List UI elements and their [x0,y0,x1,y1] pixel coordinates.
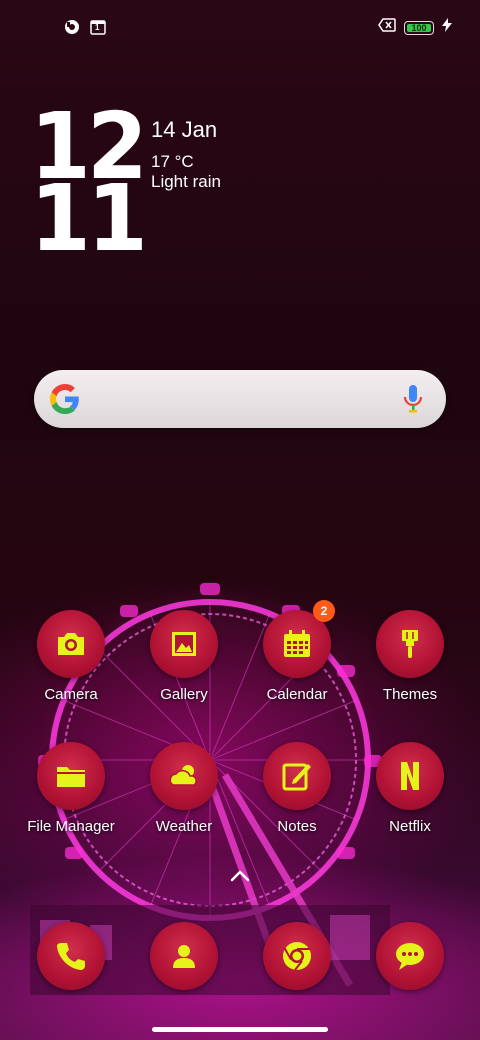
app-themes[interactable]: Themes [360,610,460,703]
dock-messages[interactable] [360,922,460,990]
phone-icon [37,922,105,990]
status-bar: 1 100 [0,0,480,56]
app-label: File Manager [27,818,115,835]
google-logo [50,384,79,414]
app-file-manager[interactable]: File Manager [21,742,121,835]
clock-widget[interactable]: 12 11 [30,101,150,272]
dock-contacts[interactable] [134,922,234,990]
camera-icon [37,610,105,678]
status-left: 1 [64,19,106,35]
app-notes[interactable]: Notes [247,742,347,835]
battery-level: 100 [411,22,427,33]
app-label: Netflix [389,818,431,835]
no-sim-icon [378,18,396,37]
dock-phone[interactable] [21,922,121,990]
app-label: Notes [277,818,317,835]
messages-icon [376,922,444,990]
contacts-icon [150,922,218,990]
date-text: 14 Jan [151,117,218,142]
notes-icon [263,742,331,810]
gallery-icon [150,610,218,678]
calendar-notification-icon: 1 [90,19,106,35]
paintbrush-icon [376,610,444,678]
weather-condition: Light rain [151,172,221,191]
status-right: 100 [378,18,452,37]
notification-badge: 2 [313,600,335,622]
app-camera[interactable]: Camera [21,610,121,703]
folder-icon [37,742,105,810]
gesture-nav-handle[interactable] [152,1027,328,1032]
date-weather-widget[interactable]: 14 Jan 17 °C Light rain [151,116,221,192]
calendar-icon: 2 [263,600,335,678]
charging-icon [442,18,452,37]
calendar-notification-text: 1 [95,23,100,32]
app-label: Camera [44,686,98,703]
clock-minutes: 11 [30,165,148,272]
app-label: Calendar [266,686,328,703]
app-gallery[interactable]: Gallery [134,610,234,703]
app-notification-icon [64,19,80,35]
app-label: Themes [382,686,438,703]
chrome-icon [263,922,331,990]
app-weather[interactable]: Weather [134,742,234,835]
app-calendar[interactable]: 2 Calendar [247,600,347,703]
netflix-icon [376,742,444,810]
app-label: Gallery [160,686,208,703]
mic-icon[interactable] [402,384,424,414]
google-search-bar[interactable] [34,370,446,428]
app-netflix[interactable]: Netflix [360,742,460,835]
weather-icon [150,742,218,810]
dock-chrome[interactable] [247,922,347,990]
app-drawer-chevron-icon[interactable] [228,866,252,886]
app-label: Weather [155,818,213,835]
weather-temperature: 17 °C [151,152,194,171]
battery-icon: 100 [404,20,434,35]
